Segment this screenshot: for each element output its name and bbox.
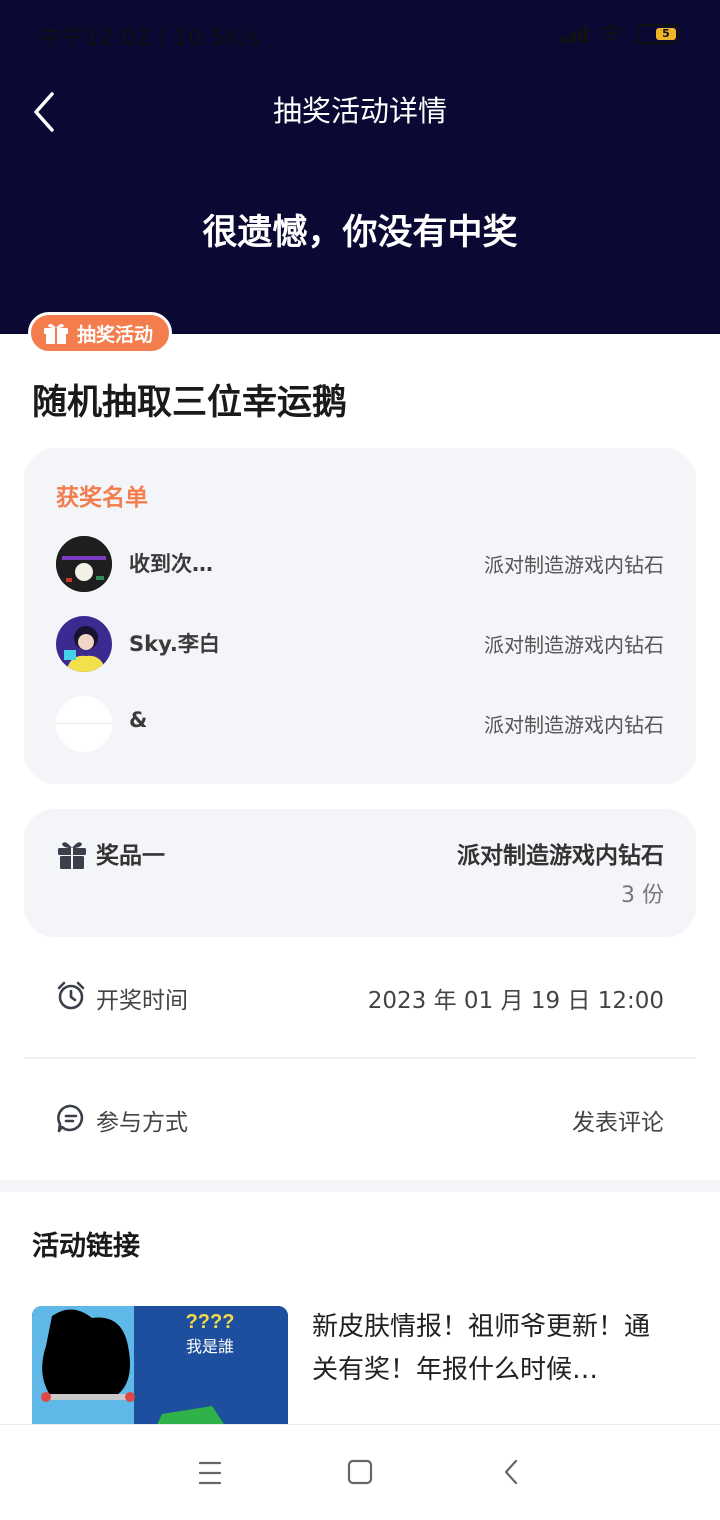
square-icon — [347, 1459, 373, 1485]
winner-row[interactable]: 收到次… 派对制造游戏内钻石 — [56, 536, 664, 594]
avatar-image — [56, 696, 112, 752]
status-bar: 中午12:02 | 10.5K/s 5 — [0, 0, 720, 70]
comment-icon — [57, 1104, 84, 1133]
prize-name: 派对制造游戏内钻石 — [457, 843, 664, 869]
system-back-button[interactable] — [492, 1455, 532, 1491]
winners-panel: 获奖名单 收到次… 派对制造游戏内钻石 Sky.李白 派对制造游戏内钻石 & 派… — [24, 448, 696, 784]
status-icons: 5 — [560, 24, 680, 44]
prize-count: 3 份 — [621, 883, 664, 908]
winner-prize: 派对制造游戏内钻石 — [484, 633, 664, 657]
winner-row[interactable]: Sky.李白 派对制造游戏内钻石 — [56, 616, 664, 674]
activity-tag-label: 抽奖活动 — [77, 323, 154, 346]
links-section-title: 活动链接 — [32, 1231, 140, 1262]
status-time-speed: 中午12:02 | 10.5K/s — [40, 26, 260, 51]
participation-row[interactable]: 参与方式 发表评论 — [24, 1089, 696, 1149]
activity-tag: 抽奖活动 — [28, 312, 173, 354]
gift-icon — [58, 842, 86, 869]
draw-time-label: 开奖时间 — [96, 988, 188, 1014]
link-title: 新皮肤情报！祖师爷更新！通关有奖！年报什么时候… — [312, 1312, 651, 1385]
winner-row[interactable]: & 派对制造游戏内钻石 — [56, 696, 664, 754]
avatar-image — [56, 536, 112, 592]
winner-prize: 派对制造游戏内钻石 — [484, 553, 664, 577]
menu-icon — [198, 1461, 222, 1485]
prize-panel: 奖品一 派对制造游戏内钻石 3 份 — [24, 809, 696, 937]
menu-button[interactable] — [190, 1455, 230, 1491]
link-thumbnail: ???? 我是誰 — [32, 1306, 288, 1426]
avatar — [56, 696, 112, 752]
battery-level: 5 — [656, 28, 676, 40]
prize-label: 奖品一 — [96, 843, 165, 869]
draw-time-row: 开奖时间 2023 年 01 月 19 日 12:00 — [24, 967, 696, 1027]
thumb-text-mid: 我是誰 — [186, 1337, 234, 1356]
winner-name: 收到次… — [129, 552, 213, 576]
lottery-result: 很遗憾，你没有中奖 — [202, 213, 518, 253]
gift-icon — [44, 323, 68, 344]
wifi-icon — [601, 25, 623, 42]
winner-name: & — [129, 708, 148, 732]
thumbnail-image: ???? 我是誰 — [32, 1306, 288, 1426]
participation-value: 发表评论 — [572, 1110, 664, 1136]
winners-title: 获奖名单 — [56, 485, 148, 511]
header-banner: 中午12:02 | 10.5K/s 5 抽奖活动详情 很遗憾，你没有中奖 — [0, 0, 720, 334]
thumb-text-top: ???? — [186, 1311, 235, 1333]
divider — [24, 1057, 696, 1059]
avatar — [56, 536, 112, 592]
winner-prize: 派对制造游戏内钻石 — [484, 713, 664, 737]
back-arrow-icon — [504, 1459, 518, 1485]
battery-icon: 5 — [636, 24, 680, 44]
page-title: 抽奖活动详情 — [272, 94, 447, 128]
system-nav-bar — [0, 1424, 720, 1520]
activity-link-card[interactable]: ???? 我是誰 新皮肤情报！祖师爷更新！通关有奖！年报什么时候… — [32, 1306, 688, 1426]
draw-time-value: 2023 年 01 月 19 日 12:00 — [367, 988, 664, 1014]
alarm-clock-icon — [57, 981, 85, 1010]
avatar — [56, 616, 112, 672]
section-separator — [0, 1180, 720, 1192]
winner-name: Sky.李白 — [129, 632, 220, 656]
activity-title: 随机抽取三位幸运鹅 — [32, 383, 348, 423]
signal-icon — [560, 26, 588, 43]
participation-label: 参与方式 — [96, 1110, 188, 1136]
home-button[interactable] — [340, 1455, 380, 1491]
avatar-image — [56, 616, 112, 672]
